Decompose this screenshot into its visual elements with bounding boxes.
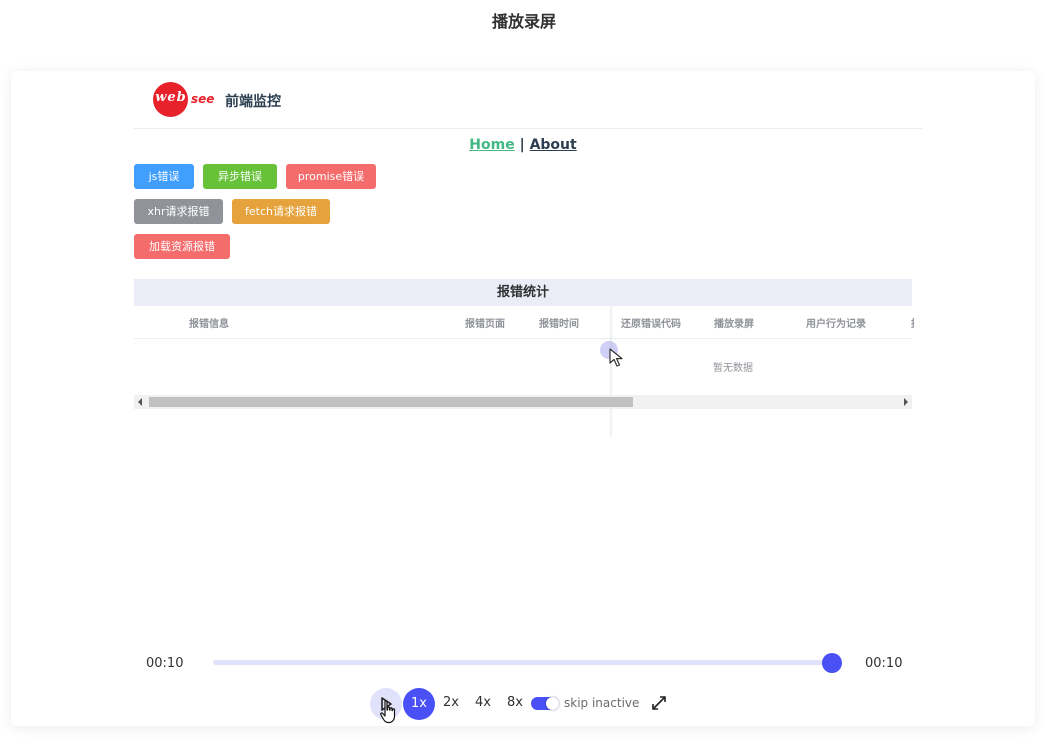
table-empty-text: 暂无数据: [713, 363, 753, 374]
error-stats-table: 报错统计 报错信息 报错页面 报错时间 还原错误代码 播放录屏 用户行为记录 报…: [134, 279, 914, 437]
col-play-recording: 播放录屏: [714, 319, 754, 330]
progress-thumb[interactable]: [822, 653, 842, 673]
speed-8x-button[interactable]: 8x: [503, 695, 527, 710]
xhr-error-button[interactable]: xhr请求报错: [134, 199, 223, 224]
speed-2x-button[interactable]: 2x: [439, 695, 463, 710]
webisee-logo: web see: [153, 81, 217, 119]
col-error-time: 报错时间: [539, 319, 579, 330]
table-horizontal-scrollbar[interactable]: [134, 395, 912, 409]
speed-1x-button[interactable]: 1x: [403, 688, 435, 720]
js-error-button[interactable]: js错误: [134, 164, 194, 189]
table-header-row: 报错信息 报错页面 报错时间 还原错误代码 播放录屏 用户行为记录 报: [134, 306, 914, 339]
logo-web-text: web: [155, 90, 187, 105]
app-title: 前端监控: [225, 94, 281, 110]
col-truncated: 报: [911, 315, 914, 330]
col-user-behavior: 用户行为记录: [806, 319, 866, 330]
table-title: 报错统计: [134, 279, 912, 306]
nav-separator: |: [519, 137, 525, 153]
promise-error-button[interactable]: promise错误: [286, 164, 376, 189]
progress-track[interactable]: [213, 660, 833, 665]
logo-see-text: see: [191, 92, 215, 106]
skip-inactive-switch[interactable]: [531, 697, 559, 710]
col-error-info: 报错信息: [189, 319, 229, 330]
scroll-thumb[interactable]: [149, 397, 633, 407]
scroll-right-arrow-icon[interactable]: [904, 398, 908, 406]
col-error-page: 报错页面: [465, 319, 505, 330]
resource-error-button[interactable]: 加载资源报错: [134, 234, 230, 259]
top-nav: Home | About: [134, 137, 912, 153]
page-title: 播放录屏: [491, 12, 556, 31]
fetch-error-button[interactable]: fetch请求报错: [232, 199, 330, 224]
speed-4x-button[interactable]: 4x: [471, 695, 495, 710]
total-time: 00:10: [865, 656, 903, 671]
col-restore-code: 还原错误代码: [621, 319, 681, 330]
app-header: web see 前端监控: [134, 80, 922, 129]
skip-inactive-label: skip inactive: [564, 696, 640, 710]
current-time: 00:10: [146, 656, 184, 671]
nav-home-link[interactable]: Home: [469, 137, 514, 153]
async-error-button[interactable]: 异步错误: [203, 164, 277, 189]
fixed-column-shadow: [610, 306, 613, 437]
hand-pointer-icon: [380, 700, 396, 724]
switch-knob: [546, 697, 559, 710]
mouse-pointer-icon: [609, 348, 623, 367]
nav-about-link[interactable]: About: [530, 137, 577, 153]
fullscreen-icon[interactable]: [650, 694, 668, 712]
scroll-left-arrow-icon[interactable]: [138, 398, 142, 406]
